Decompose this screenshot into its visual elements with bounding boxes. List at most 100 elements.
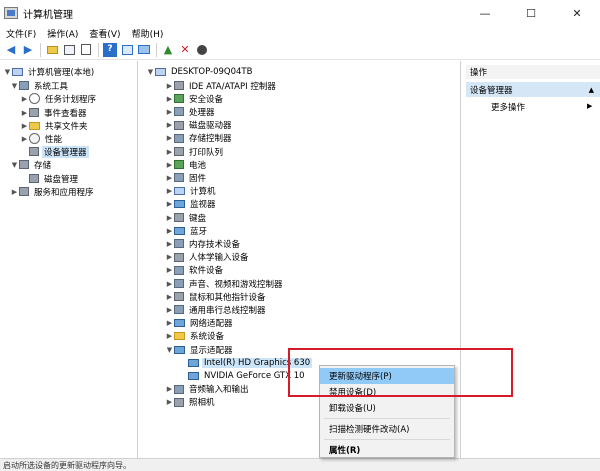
expand-icon[interactable]: ▶ (165, 121, 174, 129)
expand-icon[interactable]: ▶ (10, 188, 19, 196)
expand-icon[interactable]: ▶ (165, 95, 174, 103)
expand-icon[interactable]: ▶ (20, 109, 29, 117)
disable-icon[interactable] (195, 43, 209, 57)
expand-icon[interactable]: ▶ (165, 161, 174, 169)
device-category-network-adapter-icon[interactable]: ▶ 网络适配器 (165, 317, 235, 330)
device-category-memory-device-icon[interactable]: ▶ 内存技术设备 (165, 237, 242, 250)
device-category-software-device-icon[interactable]: ▶ 软件设备 (165, 264, 225, 277)
help-icon[interactable]: ? (103, 42, 117, 57)
actions-section-device-manager[interactable]: 设备管理器 ▲ (466, 82, 600, 97)
device-category-keyboard-icon[interactable]: ▶ 键盘 (165, 211, 208, 224)
collapse-icon[interactable]: ▼ (10, 161, 19, 169)
tree-event-viewer[interactable]: ▶ 事件查看器 (20, 106, 89, 119)
device-category-bluetooth-icon[interactable]: ▶ 蓝牙 (165, 224, 209, 237)
expand-icon[interactable]: ▶ (20, 95, 29, 103)
menu-view[interactable]: 查看(V) (83, 27, 125, 40)
expand-icon[interactable]: ▶ (165, 266, 174, 274)
expand-icon[interactable]: ▶ (165, 200, 174, 208)
device-tree-root[interactable]: ▼ DESKTOP-09Q04TB (146, 65, 254, 78)
tree-disk-management[interactable]: 磁盘管理 (20, 172, 80, 185)
monitor-icon[interactable] (137, 43, 151, 57)
tree-root[interactable]: ▼ 计算机管理(本地) (3, 65, 96, 78)
device-category-sound-icon[interactable]: ▶ 声音、视频和游戏控制器 (165, 277, 285, 290)
expand-icon[interactable]: ▶ (165, 148, 174, 156)
update-driver-icon[interactable]: ▲ (161, 43, 175, 57)
tree-shared-folders[interactable]: ▶ 共享文件夹 (20, 119, 90, 132)
maximize-button[interactable]: ☐ (508, 0, 554, 26)
collapse-arrow-icon[interactable]: ▲ (589, 86, 594, 94)
tree-device-manager[interactable]: 设备管理器 (20, 145, 89, 158)
display-adapter-item-icon (188, 371, 199, 380)
expand-icon[interactable]: ▶ (165, 253, 174, 261)
device-category-firmware-icon[interactable]: ▶ 固件 (165, 171, 208, 184)
close-button[interactable]: ✕ (554, 0, 600, 26)
device-category-hid-icon-icon (174, 252, 184, 262)
device-category-usb-icon[interactable]: ▶ 通用串行总线控制器 (165, 303, 268, 316)
device-category-monitor-icon[interactable]: ▶ 监视器 (165, 198, 218, 211)
expand-icon[interactable]: ▶ (165, 280, 174, 288)
title-bar: 计算机管理 — ☐ ✕ (0, 0, 600, 26)
tree-performance[interactable]: ▶ 性能 (20, 132, 64, 145)
device-category-storage-controller-icon[interactable]: ▶ 存储控制器 (165, 132, 234, 145)
forward-icon[interactable]: ▶ (21, 43, 35, 57)
device-category-system-device-icon[interactable]: ▶ 系统设备 (165, 330, 226, 343)
expand-icon[interactable]: ▶ (165, 293, 174, 301)
device-category-audio-io[interactable]: ▶ 音频输入和输出 (165, 383, 251, 396)
expand-icon[interactable]: ▶ (165, 227, 174, 235)
expand-icon[interactable]: ▶ (165, 134, 174, 142)
expand-icon[interactable]: ▶ (165, 108, 174, 116)
expand-icon[interactable]: ▶ (20, 122, 29, 130)
expand-icon[interactable]: ▶ (165, 332, 174, 340)
more-actions[interactable]: 更多操作 ▶ (491, 101, 592, 113)
expand-icon[interactable]: ▶ (165, 240, 174, 248)
expand-icon[interactable]: ▶ (165, 214, 174, 222)
device-category-print-queue-icon[interactable]: ▶ 打印队列 (165, 145, 225, 158)
menu-properties[interactable]: 属性(R) (320, 442, 454, 458)
menu-action[interactable]: 操作(A) (41, 27, 83, 40)
expand-icon[interactable]: ▶ (165, 187, 174, 195)
show-tree-icon[interactable] (62, 43, 76, 57)
device-category-battery-icon[interactable]: ▶ 电池 (165, 158, 208, 171)
device-category-camera[interactable]: ▶ 照相机 (165, 396, 217, 409)
expand-icon[interactable]: ▶ (165, 174, 174, 182)
device-category-network-adapter-icon-icon (174, 319, 185, 328)
storage-icon (19, 160, 29, 169)
device-category-processor-icon[interactable]: ▶ 处理器 (165, 105, 217, 118)
collapse-icon[interactable]: ▼ (10, 82, 19, 90)
device-category-computer-icon[interactable]: ▶ 计算机 (165, 185, 218, 198)
menu-file[interactable]: 文件(F) (0, 27, 41, 40)
back-icon[interactable]: ◀ (4, 43, 18, 57)
menu-uninstall-device[interactable]: 卸载设备(U) (320, 400, 454, 416)
expand-icon[interactable]: ▶ (165, 319, 174, 327)
device-category-monitor-icon-icon (174, 200, 185, 209)
properties-icon[interactable] (79, 43, 93, 57)
menu-help[interactable]: 帮助(H) (126, 27, 169, 40)
collapse-icon[interactable]: ▼ (3, 68, 12, 76)
performance-icon (29, 133, 40, 144)
display-adapter-item-icon (188, 358, 199, 367)
device-category-display-adapter-icon[interactable]: ▼ 显示适配器 (165, 343, 235, 356)
minimize-button[interactable]: — (462, 0, 508, 26)
expand-icon[interactable]: ▶ (165, 385, 174, 393)
expand-icon[interactable]: ▶ (165, 82, 174, 90)
up-folder-icon[interactable] (45, 43, 59, 57)
collapse-icon[interactable]: ▼ (146, 68, 155, 76)
device-category-mouse-icon[interactable]: ▶ 鼠标和其他指针设备 (165, 290, 268, 303)
expand-icon[interactable]: ▶ (165, 306, 174, 314)
device-category-ide-controller-icon[interactable]: ▶ IDE ATA/ATAPI 控制器 (165, 79, 278, 92)
device-category-disk-drive-icon[interactable]: ▶ 磁盘驱动器 (165, 119, 234, 132)
device-category-sound-icon-icon (174, 279, 184, 288)
tree-storage[interactable]: ▼ 存储 (10, 158, 53, 171)
device-category-security-device-icon[interactable]: ▶ 安全设备 (165, 92, 225, 105)
menu-scan-hardware[interactable]: 扫描检测硬件改动(A) (320, 421, 454, 437)
expand-icon[interactable]: ▶ (165, 398, 174, 406)
action-pane-icon[interactable] (120, 43, 134, 57)
uninstall-icon[interactable]: ✕ (178, 43, 192, 57)
device-category-hid-icon[interactable]: ▶ 人体学输入设备 (165, 251, 251, 264)
tree-system-tools[interactable]: ▼ 系统工具 (10, 79, 70, 92)
device-category-system-device-icon-icon (174, 332, 185, 341)
tree-task-scheduler[interactable]: ▶ 任务计划程序 (20, 92, 98, 105)
collapse-icon[interactable]: ▼ (165, 346, 174, 354)
tree-services-apps[interactable]: ▶ 服务和应用程序 (10, 185, 96, 198)
expand-icon[interactable]: ▶ (20, 135, 29, 143)
